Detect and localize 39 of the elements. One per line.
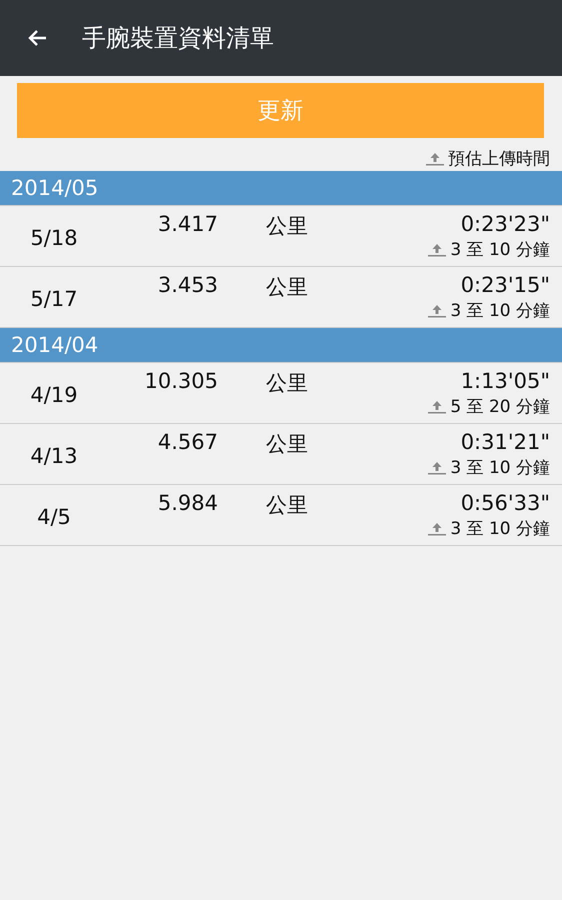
upload-estimate: 3 至 10 分鐘: [450, 457, 550, 479]
date-label: 4/13: [29, 443, 79, 468]
upload-icon: [428, 460, 446, 474]
upload-icon: [428, 400, 446, 414]
upload-icon: [428, 242, 446, 256]
legend-label: 預估上傳時間: [448, 148, 550, 170]
activity-row[interactable]: 4/19 10.305 公里 1:13'05" 5 至 20 分鐘: [0, 363, 562, 424]
distance-value: 3.417: [156, 211, 218, 236]
distance-value: 3.453: [156, 272, 218, 297]
month-label: 2014/04: [11, 333, 98, 357]
duration-value: 0:23'23": [460, 212, 550, 236]
unit-label: 公里: [266, 431, 308, 458]
unit-label: 公里: [266, 370, 308, 397]
date-label: 5/17: [29, 286, 79, 311]
distance-value: 10.305: [144, 368, 218, 393]
distance-value: 4.567: [156, 429, 218, 454]
distance-value: 5.984: [156, 490, 218, 515]
screen-title: 手腕裝置資料清單: [82, 23, 274, 54]
upload-icon: [428, 304, 446, 318]
unit-label: 公里: [266, 213, 308, 240]
duration-value: 0:31'21": [460, 430, 550, 454]
upload-estimate: 3 至 10 分鐘: [450, 300, 550, 322]
unit-label: 公里: [266, 274, 308, 301]
upload-icon: [428, 522, 446, 536]
duration-value: 0:23'15": [460, 273, 550, 297]
date-label: 5/18: [29, 225, 79, 250]
upload-estimate: 3 至 10 分鐘: [450, 239, 550, 261]
activity-row[interactable]: 4/5 5.984 公里 0:56'33" 3 至 10 分鐘: [0, 485, 562, 546]
month-label: 2014/05: [11, 176, 98, 200]
activity-row[interactable]: 4/13 4.567 公里 0:31'21" 3 至 10 分鐘: [0, 424, 562, 485]
date-label: 4/5: [36, 504, 72, 529]
unit-label: 公里: [266, 492, 308, 519]
upload-estimate: 3 至 10 分鐘: [450, 518, 550, 540]
activity-row[interactable]: 5/18 3.417 公里 0:23'23" 3 至 10 分鐘: [0, 206, 562, 267]
upload-estimate: 5 至 20 分鐘: [450, 396, 550, 418]
upload-icon: [426, 152, 444, 166]
date-label: 4/19: [29, 382, 79, 407]
duration-value: 0:56'33": [460, 491, 550, 515]
duration-value: 1:13'05": [460, 369, 550, 393]
